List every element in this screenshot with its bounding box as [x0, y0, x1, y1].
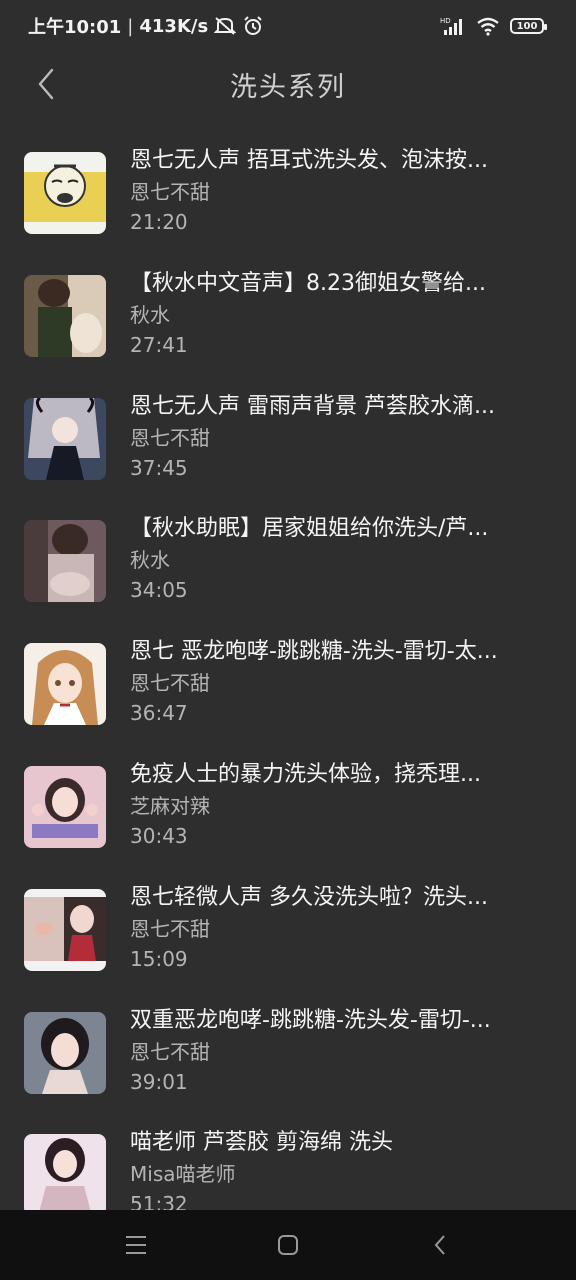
item-title: 恩七无人声 捂耳式洗头发、泡沫按... — [130, 148, 488, 173]
item-author: 芝麻对辣 — [130, 793, 210, 818]
status-time: 上午10:01 — [28, 17, 122, 38]
back-button[interactable] — [26, 64, 66, 104]
item-title: 【秋水助眠】居家姐姐给你洗头/芦... — [130, 516, 489, 542]
track-list: 恩七无人声 捂耳式洗头发、泡沫按... 恩七不甜 21:20 【秋水中文音声】8… — [0, 130, 576, 1235]
nav-back-button[interactable] — [410, 1215, 470, 1275]
thumbnail — [24, 888, 106, 971]
item-duration: 27:41 — [130, 332, 188, 357]
item-duration: 39:01 — [130, 1069, 188, 1094]
item-info: 免疫人士的暴力洗头体验，挠秃理... 芝麻对辣 30:43 — [130, 760, 552, 851]
item-author: Misa喵老师 — [130, 1162, 236, 1187]
item-info: 恩七 恶龙咆哮-跳跳糖-洗头-雷切-太... 恩七不甜 36:47 — [130, 637, 552, 728]
item-info: 【秋水中文音声】8.23御姐女警给... 秋水 27:41 — [130, 269, 552, 360]
item-title: 恩七 恶龙咆哮-跳跳糖-洗头-雷切-太... — [130, 639, 498, 665]
item-title: 恩七无人声 雷雨声背景 芦荟胶水滴... — [130, 393, 495, 419]
battery-icon: 100 — [510, 18, 547, 34]
item-duration: 34:05 — [130, 578, 188, 603]
thumbnail — [24, 397, 106, 480]
status-left: 上午10:01 | 413K/s — [28, 13, 264, 39]
chevron-left-icon — [38, 68, 54, 100]
thumbnail — [24, 1011, 106, 1094]
thumbnail — [24, 1134, 106, 1217]
item-author: 恩七不甜 — [130, 916, 210, 941]
menu-icon — [126, 1236, 146, 1254]
item-author: 秋水 — [130, 302, 170, 327]
list-item[interactable]: 免疫人士的暴力洗头体验，挠秃理... 芝麻对辣 30:43 — [0, 744, 576, 867]
network-speed: 413K/s — [139, 15, 209, 37]
thumbnail — [24, 274, 106, 357]
list-item[interactable]: 恩七轻微人声 多久没洗头啦？洗头... 恩七不甜 15:09 — [0, 867, 576, 990]
item-author: 恩七不甜 — [130, 180, 210, 204]
thumbnail — [24, 152, 106, 234]
page-title: 洗头系列 — [230, 71, 346, 103]
system-nav-bar — [0, 1210, 576, 1280]
item-info: 恩七轻微人声 多久没洗头啦？洗头... 恩七不甜 15:09 — [130, 883, 552, 974]
status-right: HD 100 — [440, 16, 547, 36]
item-duration: 15:09 — [130, 946, 188, 971]
item-info: 【秋水助眠】居家姐姐给你洗头/芦... 秋水 34:05 — [130, 514, 552, 605]
thumbnail — [24, 520, 106, 603]
menu-button[interactable] — [106, 1215, 166, 1275]
status-bar: 上午10:01 | 413K/s HD 100 — [0, 0, 576, 52]
status-separator: | — [127, 15, 134, 37]
hd-label: HD — [440, 17, 451, 25]
signal-icon: HD — [440, 16, 466, 36]
item-duration: 21:20 — [130, 210, 188, 234]
item-title: 恩七轻微人声 多久没洗头啦？洗头... — [130, 884, 488, 910]
item-title: 【秋水中文音声】8.23御姐女警给... — [130, 270, 486, 296]
thumbnail — [24, 765, 106, 848]
list-item[interactable]: 恩七无人声 捂耳式洗头发、泡沫按... 恩七不甜 21:20 — [0, 130, 576, 253]
header: 洗头系列 — [0, 52, 576, 116]
home-icon — [278, 1235, 298, 1255]
item-duration: 37:45 — [130, 455, 188, 480]
item-title: 双重恶龙咆哮-跳跳糖-洗头发-雷切-... — [130, 1007, 491, 1033]
item-duration: 36:47 — [130, 701, 188, 726]
list-item[interactable]: 恩七 恶龙咆哮-跳跳糖-洗头-雷切-太... 恩七不甜 36:47 — [0, 621, 576, 744]
list-item[interactable]: 【秋水助眠】居家姐姐给你洗头/芦... 秋水 34:05 — [0, 498, 576, 621]
mute-icon — [214, 16, 237, 36]
item-author: 恩七不甜 — [130, 425, 210, 450]
item-author: 恩七不甜 — [130, 671, 210, 696]
thumbnail — [24, 643, 106, 726]
item-author: 恩七不甜 — [130, 1039, 210, 1064]
item-info: 双重恶龙咆哮-跳跳糖-洗头发-雷切-... 恩七不甜 39:01 — [130, 1006, 552, 1097]
item-title: 喵老师 芦荟胶 剪海绵 洗头 — [130, 1130, 393, 1156]
wifi-icon — [476, 16, 500, 36]
item-info: 恩七无人声 雷雨声背景 芦荟胶水滴... 恩七不甜 37:45 — [130, 392, 552, 483]
item-author: 秋水 — [130, 548, 170, 573]
item-duration: 30:43 — [130, 823, 188, 848]
item-title: 免疫人士的暴力洗头体验，挠秃理... — [130, 761, 481, 787]
item-info: 恩七无人声 捂耳式洗头发、泡沫按... 恩七不甜 21:20 — [130, 146, 552, 237]
item-info: 喵老师 芦荟胶 剪海绵 洗头 Misa喵老师 51:32 — [130, 1128, 552, 1219]
list-item[interactable]: 恩七无人声 雷雨声背景 芦荟胶水滴... 恩七不甜 37:45 — [0, 376, 576, 499]
home-button[interactable] — [258, 1215, 318, 1275]
alarm-icon — [242, 15, 264, 37]
list-item[interactable]: 双重恶龙咆哮-跳跳糖-洗头发-雷切-... 恩七不甜 39:01 — [0, 990, 576, 1113]
back-icon — [434, 1235, 445, 1255]
list-item[interactable]: 【秋水中文音声】8.23御姐女警给... 秋水 27:41 — [0, 253, 576, 376]
